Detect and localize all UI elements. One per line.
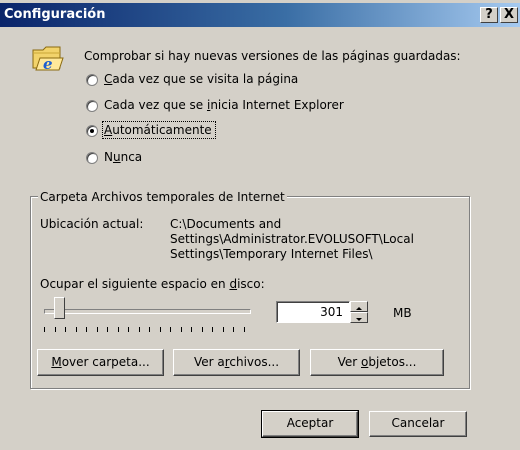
radio-selected-dot	[90, 129, 94, 133]
radio-button[interactable]	[86, 74, 98, 86]
slider-tick	[97, 327, 98, 332]
disk-size-spinner[interactable]	[350, 301, 368, 323]
slider-tick	[160, 327, 161, 332]
disk-space-slider-track[interactable]	[44, 309, 251, 314]
slider-tick	[149, 327, 150, 332]
check-updates-prompt: Comprobar si hay nuevas versiones de las…	[84, 49, 461, 63]
slider-tick	[223, 327, 224, 332]
move-folder-button[interactable]: Mover carpeta...	[37, 349, 164, 376]
slider-tick	[128, 327, 129, 332]
disk-size-input[interactable]: 301	[276, 301, 350, 323]
slider-tick	[212, 327, 213, 332]
current-location-line-2: Settings\Administrator.EVOLUSOFT\Local	[170, 232, 414, 246]
radio-button-selected[interactable]	[86, 125, 98, 137]
cancel-button[interactable]: Cancelar	[369, 411, 467, 437]
arrow-down-icon	[356, 318, 362, 321]
focus-rectangle	[102, 121, 216, 139]
slider-tick	[118, 327, 119, 332]
slider-tick	[233, 327, 234, 332]
slider-tick	[170, 327, 171, 332]
slider-tick	[202, 327, 203, 332]
slider-tick	[76, 327, 77, 332]
internet-explorer-folder-icon: e	[32, 46, 64, 73]
dialog-title: Configuración	[4, 7, 106, 22]
radio-button[interactable]	[86, 100, 98, 112]
ok-button[interactable]: Aceptar	[261, 410, 359, 438]
groupbox-title: Carpeta Archivos temporales de Internet	[38, 190, 287, 204]
radio-label[interactable]: Cada vez que se visita la página	[104, 72, 298, 86]
slider-tick	[191, 327, 192, 332]
radio-label[interactable]: Cada vez que se inicia Internet Explorer	[104, 98, 344, 112]
disk-space-slider-thumb[interactable]	[54, 297, 65, 319]
current-location-line-3: Settings\Temporary Internet Files\	[170, 247, 373, 261]
title-bar[interactable]: Configuración ? X	[0, 3, 520, 27]
disk-space-label: Ocupar el siguiente espacio en disco:	[40, 277, 265, 291]
slider-ticks	[44, 327, 249, 333]
slider-tick	[139, 327, 140, 332]
size-unit-label: MB	[393, 306, 412, 320]
radio-label[interactable]: Nunca	[104, 150, 142, 164]
slider-tick	[244, 327, 245, 332]
slider-tick	[181, 327, 182, 332]
close-button[interactable]: X	[500, 7, 518, 23]
slider-tick	[55, 327, 56, 332]
settings-dialog: Configuración ? X e Comprobar si hay nue…	[0, 0, 520, 450]
slider-tick	[44, 327, 45, 332]
svg-text:e: e	[43, 55, 53, 73]
slider-tick	[107, 327, 108, 332]
current-location-line-1: C:\Documents and	[170, 217, 282, 231]
slider-tick	[86, 327, 87, 332]
view-objects-button[interactable]: Ver objetos...	[310, 349, 444, 376]
spin-up-button[interactable]	[350, 301, 368, 312]
dialog-body: e Comprobar si hay nuevas versiones de l…	[0, 27, 520, 450]
help-button[interactable]: ?	[480, 7, 498, 23]
view-files-button[interactable]: Ver archivos...	[173, 349, 300, 376]
radio-button[interactable]	[86, 152, 98, 164]
slider-tick	[65, 327, 66, 332]
spin-down-button[interactable]	[350, 312, 368, 323]
current-location-label: Ubicación actual:	[40, 217, 144, 231]
